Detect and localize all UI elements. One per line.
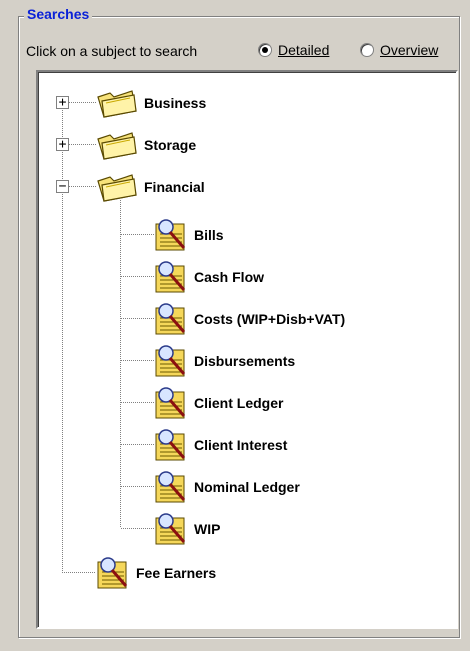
tree-item-client-ledger[interactable]: Client Ledger: [154, 386, 283, 420]
search-report-icon: [155, 219, 186, 251]
expand-storage-button[interactable]: +: [56, 138, 69, 151]
expand-business-button[interactable]: +: [56, 96, 69, 109]
tree-item-label: Disbursements: [194, 353, 296, 369]
tree-item-label: Client Interest: [194, 437, 288, 453]
tree-item-label: Cash Flow: [194, 269, 265, 285]
tree-item-client-interest[interactable]: Client Interest: [154, 428, 287, 462]
search-report-icon: [155, 471, 186, 503]
search-report-icon: [155, 261, 186, 293]
folder-icon: [97, 132, 137, 160]
search-report-icon: [155, 513, 186, 545]
tree-item-label: Fee Earners: [136, 565, 217, 581]
tree-item-bills[interactable]: Bills: [154, 218, 224, 252]
tree-item-cash-flow[interactable]: Cash Flow: [154, 260, 264, 294]
overview-label: Overview: [380, 42, 439, 58]
search-report-icon: [155, 345, 186, 377]
tree-item-business[interactable]: Business: [96, 86, 206, 120]
detailed-radio-dot[interactable]: [258, 43, 272, 57]
tree-item-nominal-ledger[interactable]: Nominal Ledger: [154, 470, 300, 504]
search-report-icon: [155, 429, 186, 461]
tree-item-disbursements[interactable]: Disbursements: [154, 344, 295, 378]
overview-radio[interactable]: Overview: [360, 42, 438, 58]
tree-item-costs[interactable]: Costs (WIP+Disb+VAT): [154, 302, 345, 336]
search-report-icon: [97, 557, 128, 589]
tree-item-label: Client Ledger: [194, 395, 284, 411]
search-options-row: Click on a subject to search Detailed Ov…: [26, 40, 456, 62]
tree-item-label: Nominal Ledger: [194, 479, 300, 495]
tree-item-label: WIP: [194, 521, 221, 537]
tree-item-label: Costs (WIP+Disb+VAT): [194, 311, 346, 327]
subject-tree[interactable]: + + − Business Storage Financial Bills C…: [36, 70, 458, 629]
folder-icon: [97, 90, 137, 118]
detailed-label: Detailed: [278, 42, 330, 58]
tree-item-storage[interactable]: Storage: [96, 128, 196, 162]
search-report-icon: [155, 303, 186, 335]
collapse-financial-button[interactable]: −: [56, 180, 69, 193]
overview-radio-dot[interactable]: [360, 43, 374, 57]
folder-open-icon: [97, 174, 137, 202]
tree-item-financial[interactable]: Financial: [96, 170, 205, 204]
detailed-radio[interactable]: Detailed: [258, 42, 329, 58]
tree-item-label: Business: [144, 95, 207, 111]
tree-item-fee-earners[interactable]: Fee Earners: [96, 556, 216, 590]
tree-item-label: Bills: [194, 227, 224, 243]
search-report-icon: [155, 387, 186, 419]
search-prompt: Click on a subject to search: [26, 43, 198, 59]
tree-item-label: Financial: [144, 179, 205, 195]
group-title: Searches: [24, 6, 93, 22]
tree-item-wip[interactable]: WIP: [154, 512, 220, 546]
tree-item-label: Storage: [144, 137, 197, 153]
